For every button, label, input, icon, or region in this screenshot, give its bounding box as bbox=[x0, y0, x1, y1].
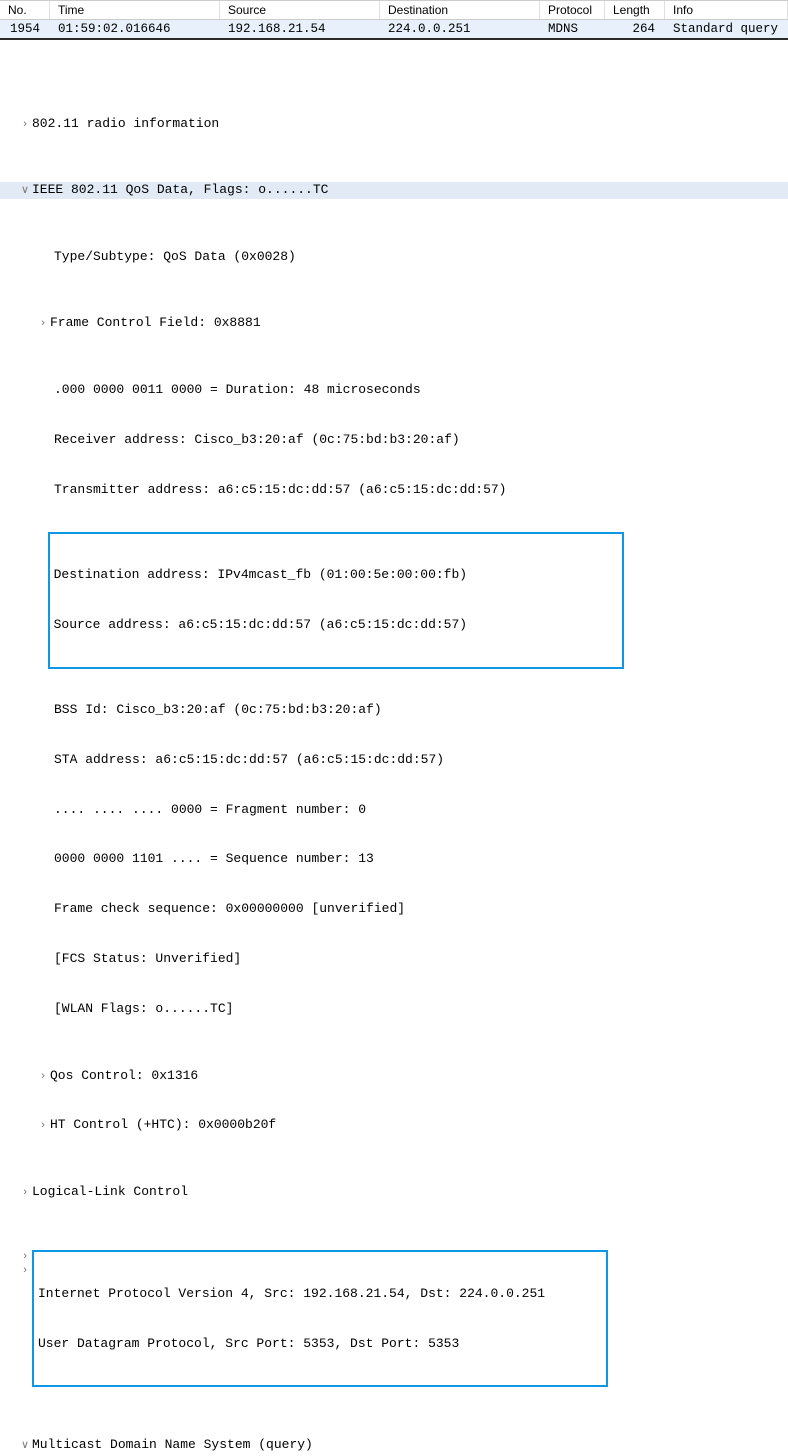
tree-ipv4-arrow-row[interactable]: › bbox=[0, 1250, 32, 1264]
chevron-down-icon[interactable]: ∨ bbox=[18, 1439, 32, 1453]
tree-qos-control[interactable]: › Qos Control: 0x1316 bbox=[0, 1068, 788, 1085]
col-header-time[interactable]: Time bbox=[50, 1, 220, 19]
tree-wlan-flags[interactable]: [WLAN Flags: o......TC] bbox=[0, 1001, 788, 1018]
chevron-right-icon[interactable]: › bbox=[18, 1250, 32, 1264]
col-header-info[interactable]: Info bbox=[665, 1, 788, 19]
tree-src-addr[interactable]: Source address: a6:c5:15:dc:dd:57 (a6:c5… bbox=[50, 617, 618, 634]
packet-list-separator bbox=[0, 38, 788, 40]
col-header-protocol[interactable]: Protocol bbox=[540, 1, 605, 19]
col-header-dest[interactable]: Destination bbox=[380, 1, 540, 19]
chevron-right-icon[interactable]: › bbox=[18, 1186, 32, 1200]
chevron-down-icon[interactable]: ∨ bbox=[18, 184, 32, 198]
cell-source: 192.168.21.54 bbox=[220, 21, 380, 37]
ieee-label: IEEE 802.11 QoS Data, Flags: o......TC bbox=[32, 182, 328, 199]
cell-info: Standard query bbox=[665, 21, 788, 37]
chevron-right-icon[interactable]: › bbox=[36, 1070, 50, 1084]
chevron-right-icon[interactable]: › bbox=[36, 1119, 50, 1133]
tree-type-subtype[interactable]: Type/Subtype: QoS Data (0x0028) bbox=[0, 249, 788, 266]
tree-transmitter[interactable]: Transmitter address: a6:c5:15:dc:dd:57 (… bbox=[0, 482, 788, 499]
tree-duration[interactable]: .000 0000 0011 0000 = Duration: 48 micro… bbox=[0, 382, 788, 399]
highlight-addresses: Destination address: IPv4mcast_fb (01:00… bbox=[48, 532, 624, 669]
tree-sequence[interactable]: 0000 0000 1101 .... = Sequence number: 1… bbox=[0, 851, 788, 868]
tree-fcs-status[interactable]: [FCS Status: Unverified] bbox=[0, 951, 788, 968]
cell-dest: 224.0.0.251 bbox=[380, 21, 540, 37]
col-header-source[interactable]: Source bbox=[220, 1, 380, 19]
packet-row[interactable]: 1954 01:59:02.016646 192.168.21.54 224.0… bbox=[0, 20, 788, 38]
tree-mdns[interactable]: ∨ Multicast Domain Name System (query) bbox=[0, 1437, 788, 1454]
tree-ieee-80211[interactable]: ∨ IEEE 802.11 QoS Data, Flags: o......TC bbox=[0, 182, 788, 199]
tree-frame-control[interactable]: › Frame Control Field: 0x8881 bbox=[0, 315, 788, 332]
packet-details-tree: › 802.11 radio information ∨ IEEE 802.11… bbox=[0, 66, 788, 1456]
chevron-right-icon[interactable]: › bbox=[36, 317, 50, 331]
tree-ipv4[interactable]: Internet Protocol Version 4, Src: 192.16… bbox=[34, 1286, 602, 1303]
tree-fcs[interactable]: Frame check sequence: 0x00000000 [unveri… bbox=[0, 901, 788, 918]
tree-bss-id[interactable]: BSS Id: Cisco_b3:20:af (0c:75:bd:b3:20:a… bbox=[0, 702, 788, 719]
chevron-right-icon[interactable]: › bbox=[18, 1264, 32, 1278]
cell-no: 1954 bbox=[0, 21, 50, 37]
cell-length: 264 bbox=[605, 21, 665, 37]
tree-receiver[interactable]: Receiver address: Cisco_b3:20:af (0c:75:… bbox=[0, 432, 788, 449]
tree-fragment[interactable]: .... .... .... 0000 = Fragment number: 0 bbox=[0, 802, 788, 819]
tree-ht-control[interactable]: › HT Control (+HTC): 0x0000b20f bbox=[0, 1117, 788, 1134]
packet-list-header: No. Time Source Destination Protocol Len… bbox=[0, 0, 788, 20]
col-header-no[interactable]: No. bbox=[0, 1, 50, 19]
cell-time: 01:59:02.016646 bbox=[50, 21, 220, 37]
highlight-protocols: Internet Protocol Version 4, Src: 192.16… bbox=[32, 1250, 608, 1387]
tree-udp[interactable]: User Datagram Protocol, Src Port: 5353, … bbox=[34, 1336, 602, 1353]
col-header-length[interactable]: Length bbox=[605, 1, 665, 19]
tree-sta-addr[interactable]: STA address: a6:c5:15:dc:dd:57 (a6:c5:15… bbox=[0, 752, 788, 769]
tree-dest-addr[interactable]: Destination address: IPv4mcast_fb (01:00… bbox=[50, 567, 618, 584]
chevron-right-icon[interactable]: › bbox=[18, 118, 32, 132]
tree-llc[interactable]: › Logical-Link Control bbox=[0, 1184, 788, 1201]
radio-label: 802.11 radio information bbox=[32, 116, 219, 133]
tree-radio-info[interactable]: › 802.11 radio information bbox=[0, 116, 788, 133]
cell-protocol: MDNS bbox=[540, 21, 605, 37]
tree-udp-arrow-row[interactable]: › bbox=[0, 1264, 32, 1278]
